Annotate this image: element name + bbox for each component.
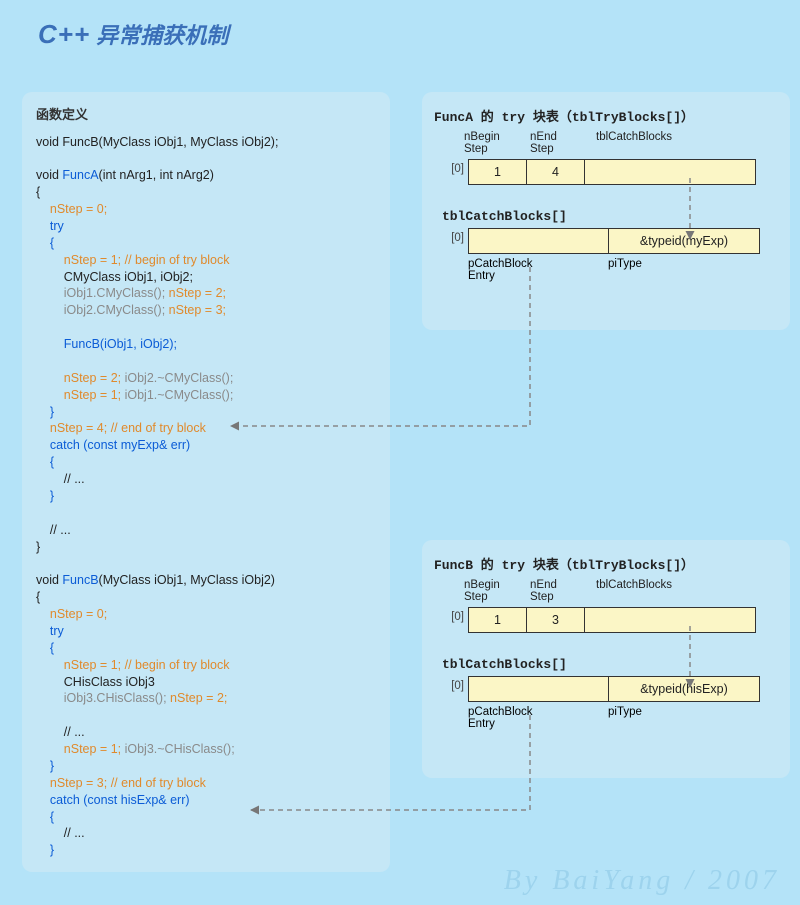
code-line — [36, 505, 376, 522]
code-line — [36, 353, 376, 370]
tryb-catch-cells: &typeid(hisExp) — [468, 676, 760, 702]
trya-catch-title: tblCatchBlocks[] — [442, 209, 778, 224]
code-line: { — [36, 640, 376, 657]
code-line: { — [36, 235, 376, 252]
trya-h2: nEnd Step — [530, 131, 588, 155]
trya-idx: [0] — [442, 163, 464, 175]
code-line: { — [36, 454, 376, 471]
code-panel: 函数定义 void FuncB(MyClass iObj1, MyClass i… — [22, 92, 390, 872]
code-line: try — [36, 623, 376, 640]
code-line: { — [36, 184, 376, 201]
code-line: CMyClass iObj1, iObj2; — [36, 269, 376, 286]
code-line: } — [36, 842, 376, 859]
code-line: void FuncB(MyClass iObj1, MyClass iObj2)… — [36, 134, 376, 151]
tryb-lbl1: pCatchBlock Entry — [468, 706, 608, 730]
title-rest: 异常捕获机制 — [90, 23, 228, 48]
code-line — [36, 555, 376, 572]
trya-catch-c1 — [469, 229, 609, 253]
code-line: nStep = 2; iObj2.~CMyClass(); — [36, 370, 376, 387]
trya-c2: 4 — [527, 160, 585, 184]
code-lines: void FuncB(MyClass iObj1, MyClass iObj2)… — [36, 134, 376, 860]
trya-lbl2: piType — [608, 258, 708, 282]
code-line: // ... — [36, 825, 376, 842]
trya-title: FuncA 的 try 块表（tblTryBlocks[]） — [434, 106, 778, 125]
code-line: nStep = 0; — [36, 201, 376, 218]
trya-headers: nBegin Step nEnd Step tblCatchBlocks — [464, 131, 778, 155]
tryb-catch-row: [0] &typeid(hisExp) — [442, 676, 778, 702]
code-line: // ... — [36, 522, 376, 539]
code-line: nStep = 1; // begin of try block — [36, 252, 376, 269]
trya-catch-c2: &typeid(myExp) — [609, 229, 759, 253]
tryb-headers: nBegin Step nEnd Step tblCatchBlocks — [464, 579, 778, 603]
code-line: nStep = 3; // end of try block — [36, 775, 376, 792]
code-panel-heading: 函数定义 — [36, 106, 376, 124]
code-line — [36, 150, 376, 167]
tryb-h1: nBegin Step — [464, 579, 522, 603]
trya-h3: tblCatchBlocks — [596, 131, 736, 155]
trya-c1: 1 — [469, 160, 527, 184]
trya-catch-idx: [0] — [442, 232, 464, 244]
tryb-catch-title: tblCatchBlocks[] — [442, 657, 778, 672]
page-title: C++ 异常捕获机制 — [38, 18, 228, 50]
try-panel-funcb: FuncB 的 try 块表（tblTryBlocks[]） nBegin St… — [422, 540, 790, 778]
code-line: // ... — [36, 724, 376, 741]
trya-c3 — [585, 160, 755, 184]
code-line: FuncB(iObj1, iObj2); — [36, 336, 376, 353]
tryb-catch-c1 — [469, 677, 609, 701]
tryb-h3: tblCatchBlocks — [596, 579, 736, 603]
code-line: // ... — [36, 471, 376, 488]
code-line: try — [36, 218, 376, 235]
code-line — [36, 319, 376, 336]
trya-catch-cells: &typeid(myExp) — [468, 228, 760, 254]
tryb-c1: 1 — [469, 608, 527, 632]
code-line: } — [36, 404, 376, 421]
tryb-h2: nEnd Step — [530, 579, 588, 603]
trya-catch-row: [0] &typeid(myExp) — [442, 228, 778, 254]
code-line: iObj2.CMyClass(); nStep = 3; — [36, 302, 376, 319]
tryb-lbl2: piType — [608, 706, 708, 730]
code-line: } — [36, 539, 376, 556]
code-line — [36, 707, 376, 724]
code-line: { — [36, 809, 376, 826]
tryb-c3 — [585, 608, 755, 632]
code-line: void FuncB(MyClass iObj1, MyClass iObj2) — [36, 572, 376, 589]
code-line: } — [36, 758, 376, 775]
code-line: nStep = 1; // begin of try block — [36, 657, 376, 674]
code-line: nStep = 1; iObj3.~CHisClass(); — [36, 741, 376, 758]
tryb-title: FuncB 的 try 块表（tblTryBlocks[]） — [434, 554, 778, 573]
code-line: catch (const myExp& err) — [36, 437, 376, 454]
code-line: void FuncA(int nArg1, int nArg2) — [36, 167, 376, 184]
tryb-idx: [0] — [442, 611, 464, 623]
try-panel-funca: FuncA 的 try 块表（tblTryBlocks[]） nBegin St… — [422, 92, 790, 330]
tryb-bot-labels: pCatchBlock Entry piType — [468, 706, 778, 730]
title-cpp: C++ — [38, 19, 90, 49]
code-line: nStep = 1; iObj1.~CMyClass(); — [36, 387, 376, 404]
code-line: nStep = 4; // end of try block — [36, 420, 376, 437]
trya-bot-labels: pCatchBlock Entry piType — [468, 258, 778, 282]
tryb-catch-c2: &typeid(hisExp) — [609, 677, 759, 701]
tryb-cells: 1 3 — [468, 607, 756, 633]
tryb-c2: 3 — [527, 608, 585, 632]
code-line: CHisClass iObj3 — [36, 674, 376, 691]
code-line: iObj3.CHisClass(); nStep = 2; — [36, 690, 376, 707]
code-line: } — [36, 488, 376, 505]
tryb-catch-idx: [0] — [442, 680, 464, 692]
trya-row: [0] 1 4 — [442, 159, 778, 185]
trya-lbl1: pCatchBlock Entry — [468, 258, 608, 282]
code-line: iObj1.CMyClass(); nStep = 2; — [36, 285, 376, 302]
tryb-row: [0] 1 3 — [442, 607, 778, 633]
trya-cells: 1 4 — [468, 159, 756, 185]
code-line: { — [36, 589, 376, 606]
code-line: nStep = 0; — [36, 606, 376, 623]
trya-h1: nBegin Step — [464, 131, 522, 155]
code-line: catch (const hisExp& err) — [36, 792, 376, 809]
footer-credit: By BaiYang / 2007 — [504, 865, 780, 897]
